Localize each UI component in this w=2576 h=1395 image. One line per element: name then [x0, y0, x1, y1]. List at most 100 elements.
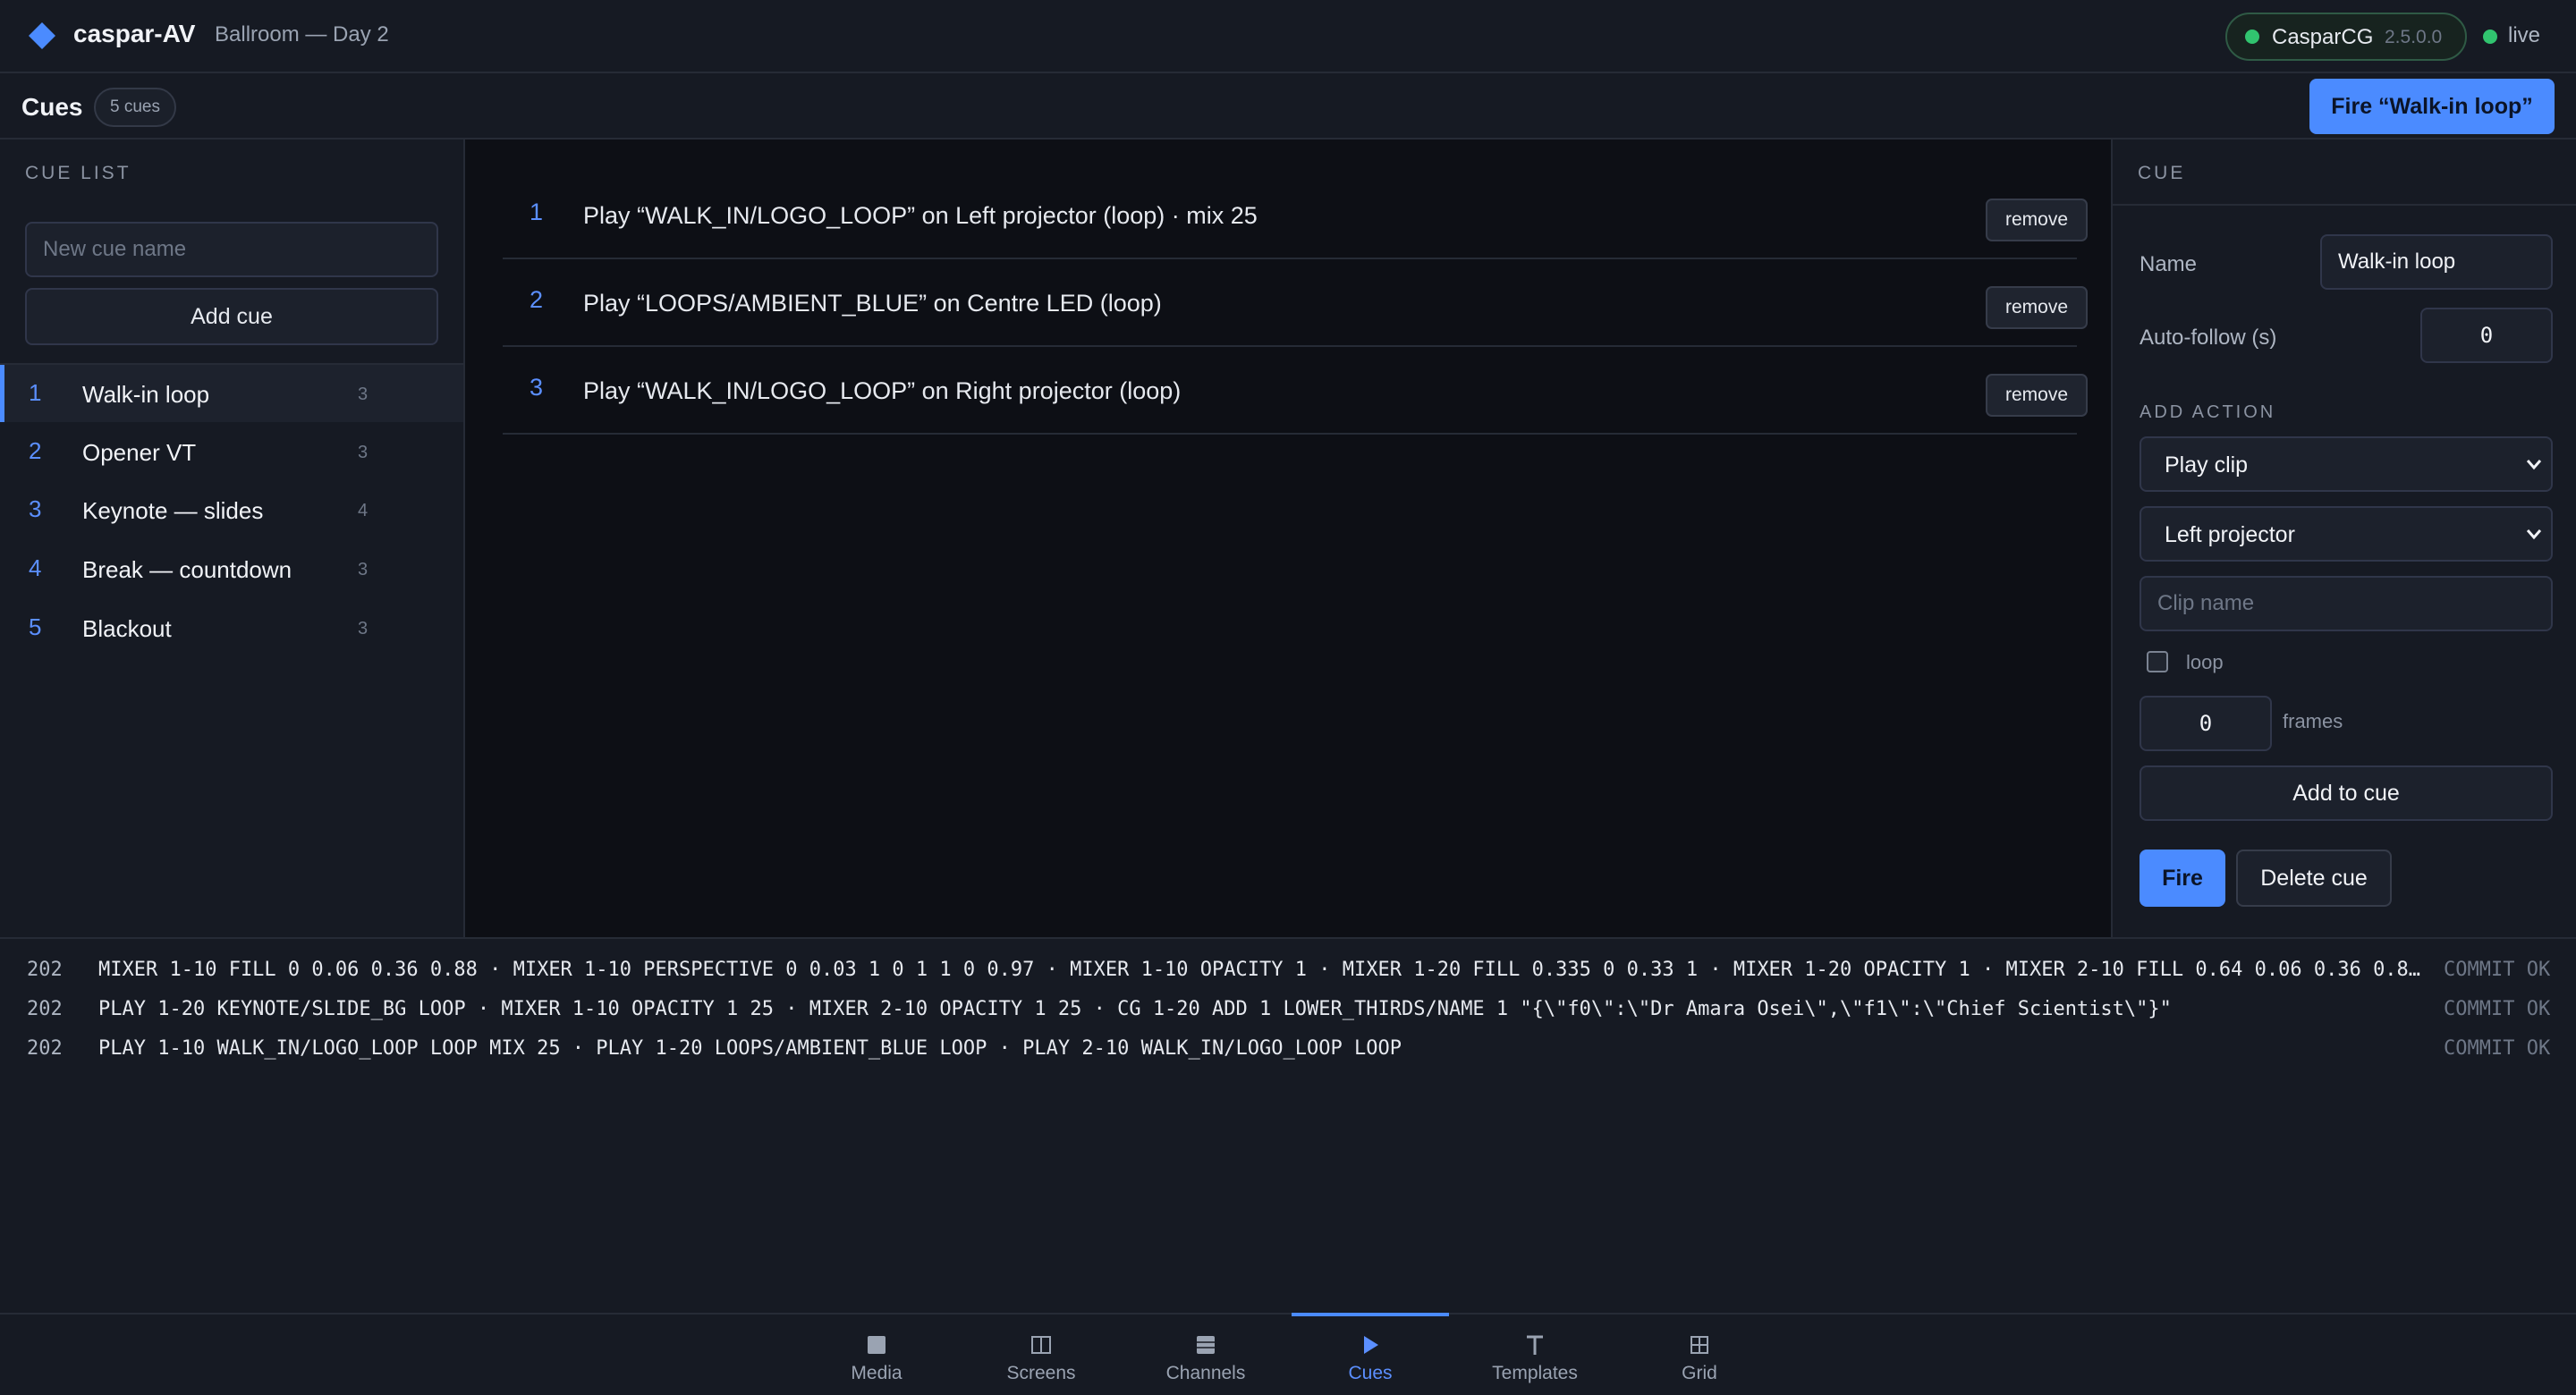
action-type-select[interactable]: Play clip	[2140, 436, 2553, 492]
cue-name: Blackout	[82, 615, 172, 642]
frames-input[interactable]: 0	[2140, 696, 2272, 751]
auto-follow-input[interactable]: 0	[2420, 308, 2553, 363]
cue-number: 2	[29, 437, 42, 464]
log-command: PLAY 1-10 WALK_IN/LOGO_LOOP LOOP MIX 25 …	[98, 1037, 1402, 1060]
action-row: 1 Play “WALK_IN/LOGO_LOOP” on Left proje…	[503, 172, 2088, 259]
loop-label: loop	[2186, 651, 2224, 673]
cue-list-item[interactable]: 3 Keynote — slides 4	[0, 481, 463, 538]
log-response-code: 202	[27, 959, 63, 981]
action-row: 3 Play “WALK_IN/LOGO_LOOP” on Right proj…	[503, 347, 2088, 435]
page-title: Cues	[21, 93, 83, 121]
cue-list-item[interactable]: 1 Walk-in loop 3	[0, 365, 463, 422]
cue-list-panel: CUE LIST Add cue 1 Walk-in loop 3 2 Open…	[0, 140, 465, 937]
top-bar: caspar-AV Ballroom — Day 2 CasparCG 2.5.…	[0, 0, 2576, 73]
frames-label: frames	[2283, 710, 2343, 732]
grid-icon	[1690, 1336, 1708, 1354]
action-type-value: Play clip	[2165, 452, 2249, 478]
loop-checkbox[interactable]	[2147, 651, 2168, 672]
chevron-down-icon	[2526, 460, 2542, 470]
delete-cue-button[interactable]: Delete cue	[2236, 850, 2392, 907]
server-name: CasparCG	[2272, 25, 2374, 49]
cue-count-badge: 5 cues	[94, 88, 176, 127]
log-line: 202 PLAY 1-10 WALK_IN/LOGO_LOOP LOOP MIX…	[0, 1028, 2576, 1068]
screens-icon	[1031, 1336, 1051, 1354]
tab-label: Cues	[1348, 1363, 1393, 1383]
cue-actions-panel: 1 Play “WALK_IN/LOGO_LOOP” on Left proje…	[465, 140, 2111, 937]
fire-button[interactable]: Fire	[2140, 850, 2225, 907]
tab-label: Media	[851, 1363, 902, 1383]
cue-name: Opener VT	[82, 439, 197, 466]
project-name: Ballroom — Day 2	[215, 22, 389, 46]
auto-follow-label: Auto-follow (s)	[2140, 326, 2277, 350]
app-name: caspar-AV	[73, 20, 196, 47]
cue-action-count: 3	[358, 619, 369, 638]
cue-name: Walk-in loop	[82, 381, 210, 408]
add-action-heading: ADD ACTION	[2140, 402, 2276, 422]
cue-inspector-panel: CUE Name Auto-follow (s) 0 ADD ACTION Pl…	[2111, 140, 2576, 937]
remove-action-button[interactable]: remove	[1986, 199, 2088, 241]
new-cue-name-input[interactable]	[25, 222, 438, 277]
tab-grid[interactable]: Grid	[1621, 1315, 1778, 1395]
bottom-nav: Media Screens Channels Cues Templates Gr…	[0, 1313, 2576, 1395]
name-label: Name	[2140, 252, 2198, 276]
command-log: 202 MIXER 1-10 FILL 0 0.06 0.36 0.88 · M…	[0, 937, 2576, 1313]
tab-label: Templates	[1492, 1363, 1578, 1383]
add-cue-button[interactable]: Add cue	[25, 288, 438, 345]
tab-templates[interactable]: Templates	[1456, 1315, 1614, 1395]
action-row: 2 Play “LOOPS/AMBIENT_BLUE” on Centre LE…	[503, 259, 2088, 347]
remove-action-button[interactable]: remove	[1986, 286, 2088, 329]
templates-icon	[1527, 1335, 1543, 1355]
cue-list-item[interactable]: 5 Blackout 3	[0, 599, 463, 656]
action-number: 1	[530, 199, 544, 225]
tab-label: Channels	[1165, 1363, 1246, 1383]
log-status: COMMIT OK	[2444, 998, 2551, 1020]
cue-name: Keynote — slides	[82, 497, 264, 524]
action-description: Play “WALK_IN/LOGO_LOOP” on Left project…	[583, 202, 1258, 229]
add-to-cue-button[interactable]: Add to cue	[2140, 765, 2553, 821]
log-line: 202 MIXER 1-10 FILL 0 0.06 0.36 0.88 · M…	[0, 950, 2576, 989]
tab-cues[interactable]: Cues	[1292, 1313, 1449, 1395]
target-select[interactable]: Left projector	[2140, 506, 2553, 562]
cue-action-count: 3	[358, 560, 369, 579]
cues-header: Cues 5 cues Fire “Walk-in loop”	[0, 73, 2576, 140]
cue-number: 4	[29, 554, 42, 581]
tab-screens[interactable]: Screens	[962, 1315, 1120, 1395]
cue-list-item[interactable]: 4 Break — countdown 3	[0, 540, 463, 597]
action-description: Play “WALK_IN/LOGO_LOOP” on Right projec…	[583, 377, 1182, 404]
action-number: 3	[530, 374, 544, 401]
log-line: 202 PLAY 1-20 KEYNOTE/SLIDE_BG LOOP · MI…	[0, 989, 2576, 1028]
cue-action-count: 3	[358, 385, 369, 404]
log-status: COMMIT OK	[2444, 959, 2551, 981]
action-description: Play “LOOPS/AMBIENT_BLUE” on Centre LED …	[583, 290, 1162, 317]
log-command: MIXER 1-10 FILL 0 0.06 0.36 0.88 · MIXER…	[98, 959, 2421, 981]
cue-list-heading: CUE LIST	[25, 163, 131, 183]
remove-action-button[interactable]: remove	[1986, 374, 2088, 417]
channels-icon	[1197, 1336, 1215, 1354]
log-command: PLAY 1-20 KEYNOTE/SLIDE_BG LOOP · MIXER …	[98, 998, 2172, 1020]
live-label: live	[2508, 23, 2541, 47]
tab-channels[interactable]: Channels	[1127, 1315, 1284, 1395]
tab-label: Screens	[1006, 1363, 1076, 1383]
media-icon	[868, 1336, 886, 1354]
chevron-down-icon	[2526, 529, 2542, 540]
play-icon	[1364, 1336, 1378, 1354]
log-status: COMMIT OK	[2444, 1037, 2551, 1060]
log-response-code: 202	[27, 998, 63, 1020]
cue-name-field[interactable]	[2320, 234, 2553, 290]
clip-name-input[interactable]	[2140, 576, 2553, 631]
tab-label: Grid	[1682, 1363, 1717, 1383]
cue-list-item[interactable]: 2 Opener VT 3	[0, 423, 463, 480]
cue-number: 5	[29, 613, 42, 640]
server-version: 2.5.0.0	[2385, 27, 2443, 47]
target-value: Left projector	[2165, 522, 2295, 547]
log-response-code: 202	[27, 1037, 63, 1060]
cue-number: 3	[29, 495, 42, 522]
fire-selected-cue-button[interactable]: Fire “Walk-in loop”	[2309, 79, 2555, 134]
cue-name: Break — countdown	[82, 556, 292, 583]
action-number: 2	[530, 286, 544, 313]
inspector-heading: CUE	[2138, 163, 2186, 183]
cue-action-count: 4	[358, 501, 369, 520]
server-status-pill[interactable]: CasparCG 2.5.0.0	[2225, 13, 2467, 61]
tab-media[interactable]: Media	[798, 1315, 955, 1395]
logo-diamond-icon	[29, 22, 55, 49]
